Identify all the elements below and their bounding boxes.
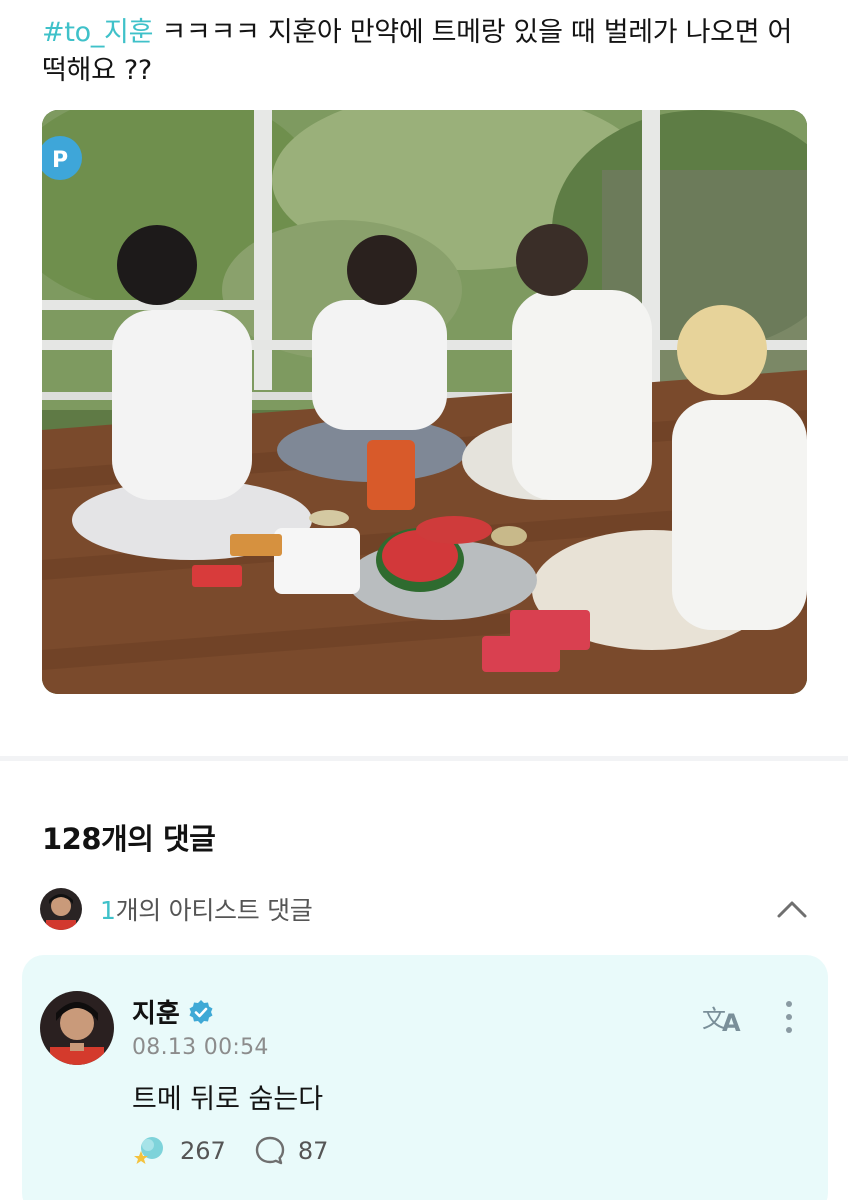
svg-text:P: P xyxy=(52,148,68,173)
comment-author[interactable]: 지훈 xyxy=(132,993,214,1030)
artist-comment-card: 지훈 08.13 00:54 트메 뒤로 숨는다 文 A 267 87 xyxy=(22,955,828,1200)
comment-body: 트메 뒤로 숨는다 xyxy=(132,1084,324,1115)
post-hashtag[interactable]: #to_지훈 xyxy=(42,17,153,48)
post-image[interactable]: P xyxy=(42,110,807,694)
comment-actions: 267 87 xyxy=(132,1133,328,1169)
artist-comments-summary[interactable]: 1개의 아티스트 댓글 xyxy=(40,886,810,932)
translate-icon[interactable]: 文 A xyxy=(702,999,746,1035)
artist-avatar-small xyxy=(40,888,82,930)
verified-badge-icon xyxy=(189,999,213,1024)
section-divider xyxy=(0,756,848,761)
post-body: ㅋㅋㅋㅋ 지훈아 만약에 트메랑 있을 때 벌레가 나오면 어떡해요 ?? xyxy=(42,17,793,86)
svg-text:A: A xyxy=(722,1009,741,1035)
artist-comments-label: 1개의 아티스트 댓글 xyxy=(100,896,313,925)
like-icon[interactable] xyxy=(132,1133,168,1169)
chevron-up-icon[interactable] xyxy=(776,894,808,924)
comment-author-name: 지훈 xyxy=(132,999,180,1029)
reply-bubble-icon[interactable] xyxy=(254,1135,286,1167)
reply-count: 87 xyxy=(297,1137,329,1165)
more-vertical-icon[interactable] xyxy=(782,999,796,1035)
artist-comments-count: 1 xyxy=(100,896,116,925)
comments-header: 128개의 댓글 xyxy=(42,822,216,856)
like-count: 267 xyxy=(180,1137,226,1165)
post-text: #to_지훈 ㅋㅋㅋㅋ 지훈아 만약에 트메랑 있을 때 벌레가 나오면 어떡해… xyxy=(42,14,812,90)
avatar[interactable] xyxy=(40,991,114,1065)
comment-timestamp: 08.13 00:54 xyxy=(132,1035,269,1060)
